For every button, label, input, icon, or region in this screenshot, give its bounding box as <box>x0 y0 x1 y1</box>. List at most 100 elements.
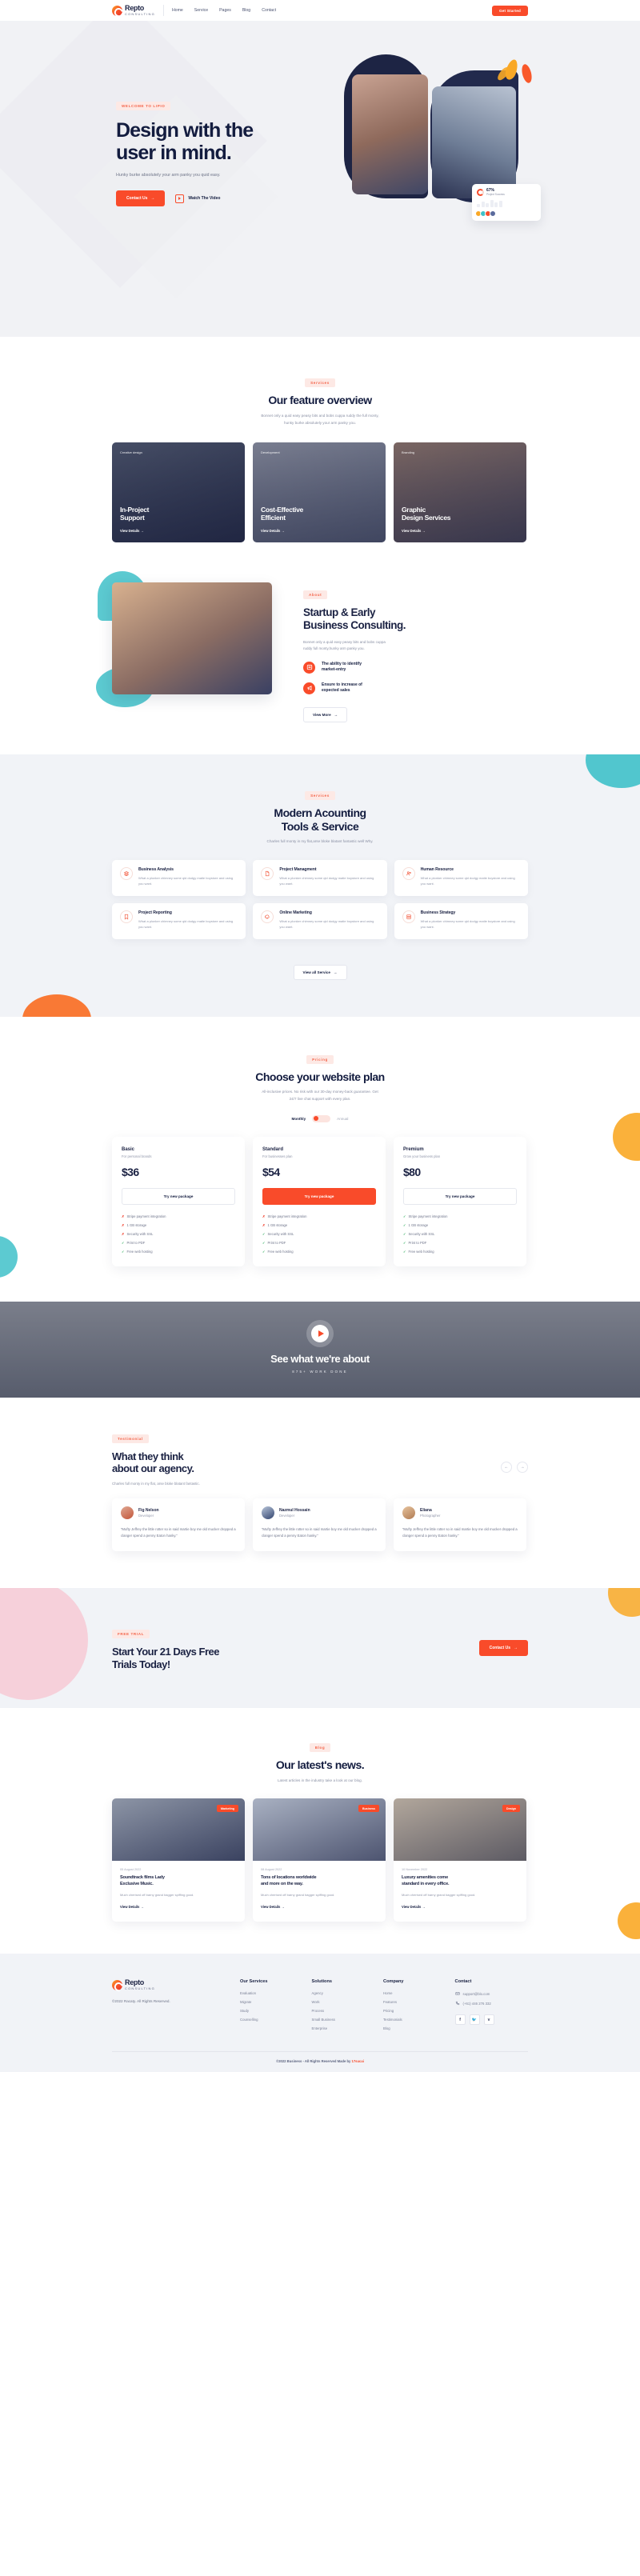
nav-item-contact[interactable]: Contact <box>262 8 276 13</box>
service-card[interactable]: Business Strategy What a plonker chimney… <box>394 902 528 939</box>
feature-card-link[interactable]: View Details → <box>261 529 285 533</box>
file-icon <box>261 867 274 881</box>
blog-card[interactable]: Business 08 August 2022 Tons of location… <box>253 1798 386 1922</box>
feature-card-link[interactable]: View Details → <box>402 529 426 533</box>
footer-link[interactable]: Work <box>312 2000 376 2004</box>
pricing-plans: Basic For personal brands $36 Try new pa… <box>112 1136 528 1266</box>
plan-feature: ✓ Free web hosting <box>403 1249 434 1254</box>
footer-phone-row[interactable]: (+61) 446 276 332 <box>455 2001 528 2006</box>
feature-card-title: In-Project Support <box>120 505 150 522</box>
video-subtitle: 875+ WORK DONE <box>292 1370 348 1374</box>
footer-link[interactable]: Small Business <box>312 2018 376 2022</box>
footer-link[interactable]: Counselling <box>240 2018 304 2022</box>
vimeo-icon[interactable]: v <box>483 2014 494 2026</box>
testimonial-section: Testimonial What they think about our ag… <box>0 1397 640 1588</box>
footer-link[interactable]: Migrate <box>240 2000 304 2004</box>
view-all-service-button[interactable]: View all Service → <box>293 964 347 980</box>
service-card[interactable]: Business Analysis What a plonker chimney… <box>112 860 246 896</box>
feature-card-link[interactable]: View Details → <box>120 529 144 533</box>
footer-brand-column: Repto CONSULTING ©2022 Racaty. All Right… <box>112 1979 232 2030</box>
arrow-right-icon: → <box>334 712 338 717</box>
service-card[interactable]: Human Resource What a plonker chimney so… <box>394 860 528 896</box>
service-card[interactable]: Online Marketing What a plonker chimney … <box>253 902 387 939</box>
blog-card[interactable]: Design 10 November 2022 Luxury amenities… <box>394 1798 526 1922</box>
main-nav: Home Service Pages Blog Contact <box>172 8 276 13</box>
video-play-button[interactable] <box>311 1325 329 1343</box>
about-view-more-button[interactable]: View More → <box>303 706 348 722</box>
hero-stat-card: 67% Project Success <box>472 184 541 221</box>
footer-link[interactable]: Blog <box>383 2026 447 2030</box>
footer-link[interactable]: Enterprise <box>312 2026 376 2030</box>
hero-leaf-shape-2 <box>520 63 534 84</box>
get-started-button[interactable]: Get Started <box>492 5 528 16</box>
plan-feature: ✓ 1 GB storage <box>403 1222 429 1227</box>
check-icon: ✓ <box>122 1249 125 1254</box>
nav-item-service[interactable]: Service <box>194 8 208 13</box>
feature-card[interactable]: Creative design In-Project Support View … <box>112 442 245 543</box>
footer-link[interactable]: Features <box>383 2000 447 2004</box>
plan-feature: ✗ Security with SSL <box>122 1231 154 1236</box>
footer-column-company: Company Home Features Pricing Testimonia… <box>383 1979 447 2030</box>
service-desc: What a plonker chimney some qid dodgy ma… <box>420 918 515 930</box>
footer-social: f 🐦 v <box>454 2014 528 2026</box>
logo[interactable]: Repto CONSULTING <box>112 5 155 16</box>
about-section: About Startup & Early Business Consultin… <box>0 542 640 754</box>
arrow-right-icon: → <box>150 196 155 201</box>
hero-artwork: 67% Project Success <box>336 54 541 262</box>
service-desc: What a plonker chimney some qid dodgy ma… <box>420 876 515 886</box>
footer-link[interactable]: Pricing <box>383 2009 447 2013</box>
footer-column-title: Solutions <box>311 1979 332 1985</box>
feature-card[interactable]: Branding Graphic Design Services View De… <box>394 442 526 543</box>
blog-card-link[interactable]: View Details → <box>402 1905 426 1909</box>
plan-button[interactable]: Try new package <box>403 1187 517 1205</box>
blog-card[interactable]: Marketing 05 August 2022 Soundtrack film… <box>112 1798 245 1922</box>
check-icon: ✓ <box>122 1240 125 1245</box>
features-tag: Services <box>305 378 335 387</box>
facebook-icon[interactable]: f <box>454 2014 466 2026</box>
blog-card-image: Design <box>394 1798 526 1862</box>
hero-section: WELCOME TO LIPIO Design with the user in… <box>0 21 640 337</box>
twitter-icon[interactable]: 🐦 <box>469 2014 480 2026</box>
carousel-next-icon[interactable]: → <box>517 1462 528 1473</box>
cross-icon: ✗ <box>262 1222 266 1227</box>
plan-feature: ✗ Stripe payment integration <box>262 1214 307 1218</box>
billing-toggle[interactable]: Monthly Annual <box>112 1114 528 1122</box>
footer-link[interactable]: Study <box>240 2009 304 2013</box>
footer-link[interactable]: Evaluation <box>240 1991 304 1995</box>
testimonial-name: Eliana <box>420 1508 432 1513</box>
plan-button[interactable]: Try new package <box>122 1187 235 1205</box>
testimonial-nav: ← → <box>501 1462 528 1486</box>
blog-desc: Latest articles in the industry take a l… <box>278 1778 362 1782</box>
feature-card[interactable]: Development Cost-Effective Efficient Vie… <box>253 442 386 543</box>
blog-section: Blog Our latest's news. Latest articles … <box>0 1707 640 1954</box>
footer-link[interactable]: Process <box>312 2009 376 2013</box>
footer-column-title: Our Services <box>240 1979 268 1985</box>
hero-watch-video-button[interactable]: Watch The Video <box>175 194 220 203</box>
carousel-prev-icon[interactable]: ← <box>501 1462 512 1473</box>
blog-card-title: Tons of locations worldwide and more on … <box>261 1875 317 1887</box>
plan-feature: ✓ Free web hosting <box>262 1249 294 1254</box>
features-desc: Bonnet only a quid easy peasy bits and b… <box>112 413 528 426</box>
footer-link[interactable]: Home <box>383 1991 447 1995</box>
blog-card-link[interactable]: View Details → <box>120 1905 144 1909</box>
footer-bottom-bar: ©2022 Business - All Rights Reserved Mad… <box>112 2051 528 2072</box>
service-desc: What a plonker chimney some qid dodgy ma… <box>279 918 374 930</box>
nav-item-pages[interactable]: Pages <box>219 8 231 13</box>
nav-item-blog[interactable]: Blog <box>242 8 250 13</box>
plan-button[interactable]: Try new package <box>262 1187 376 1205</box>
features-section: Services Our feature overview Bonnet onl… <box>0 337 640 543</box>
hero-contact-button[interactable]: Contact Us → <box>116 190 166 206</box>
footer-link[interactable]: Agency <box>312 1991 376 1995</box>
footer-link[interactable]: Testimonials <box>383 2018 447 2022</box>
footer-bar-brand[interactable]: 17sucai <box>352 2059 364 2063</box>
cta-contact-button[interactable]: Contact Us → <box>478 1639 528 1656</box>
service-card[interactable]: Project Reporting What a plonker chimney… <box>112 902 246 939</box>
about-image <box>112 582 272 695</box>
blog-card-link[interactable]: View Details → <box>261 1905 285 1909</box>
footer-logo[interactable]: Repto CONSULTING <box>112 1979 232 1990</box>
footer-email-row[interactable]: support@blo.com <box>454 1991 528 1996</box>
nav-item-home[interactable]: Home <box>172 8 183 13</box>
progress-ring-icon <box>477 188 484 196</box>
service-card[interactable]: Project Managment What a plonker chimney… <box>253 860 387 896</box>
billing-switch[interactable] <box>312 1114 331 1122</box>
